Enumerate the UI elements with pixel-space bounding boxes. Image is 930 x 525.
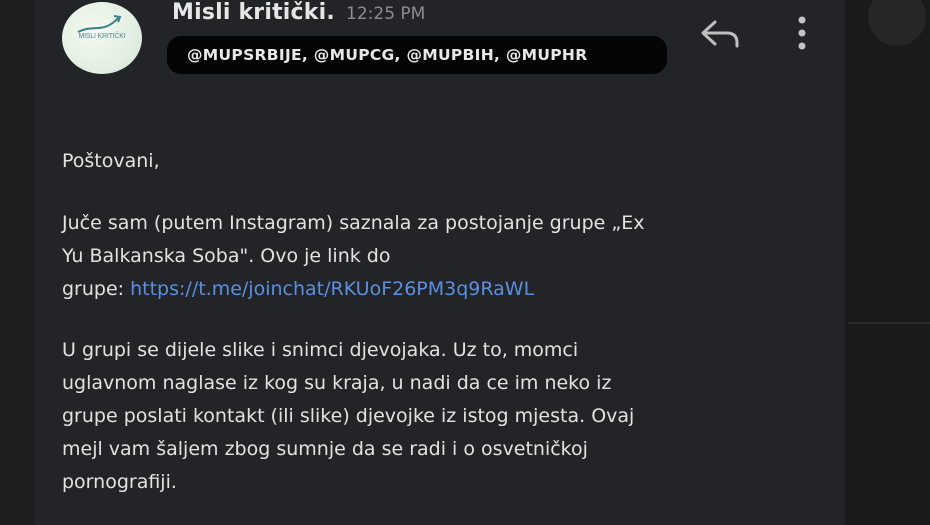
sender-row: Misli kritički. 12:25 PM <box>172 0 425 25</box>
paragraph-2-line-3: grupe poslati kontakt (ili slike) djevoj… <box>62 405 635 427</box>
background-divider <box>848 322 930 324</box>
paragraph-2-line-2: uglavnom naglase iz kog su kraja, u nadi… <box>62 372 612 394</box>
avatar-logo-text: MISLI KRITIČKI <box>78 33 126 40</box>
timestamp: 12:25 PM <box>346 4 426 24</box>
email-paragraph-1: Juče sam (putem Instagram) saznala za po… <box>62 207 822 306</box>
paragraph-1-line-1: Juče sam (putem Instagram) saznala za po… <box>62 212 645 234</box>
telegram-link[interactable]: https://t.me/joinchat/RKUoF26PM3q9RaWL <box>130 278 534 300</box>
email-greeting: Poštovani, <box>62 150 160 172</box>
reply-button[interactable] <box>697 16 743 52</box>
paragraph-1-line-3: grupe: https://t.me/joinchat/RKUoF26PM3q… <box>62 273 822 306</box>
more-options-button[interactable] <box>788 14 816 54</box>
paragraph-1-line-2: Yu Balkanska Soba". Ovo je link do <box>62 245 391 267</box>
paragraph-2-line-5: pornografiji. <box>62 471 177 493</box>
sender-name[interactable]: Misli kritički. <box>172 0 335 25</box>
paragraph-2-line-1: U grupi se dijele slike i snimci djevoja… <box>62 339 579 361</box>
recipients-list[interactable]: @MUPSRBIJE, @MUPCG, @MUPBIH, @MUPHR <box>167 36 667 74</box>
email-paragraph-2: U grupi se dijele slike i snimci djevoja… <box>62 334 782 499</box>
sender-avatar[interactable]: MISLI KRITIČKI <box>62 2 142 74</box>
paragraph-2-line-4: mejl vam šaljem zbog sumnje da se radi i… <box>62 438 588 460</box>
vertical-ellipsis-icon <box>798 16 806 50</box>
right-edge-background <box>845 0 930 525</box>
link-prefix: grupe: <box>62 278 131 300</box>
email-viewer: MISLI KRITIČKI Misli kritički. 12:25 PM … <box>0 0 930 525</box>
left-edge-background <box>0 0 35 525</box>
reply-icon <box>701 20 739 48</box>
